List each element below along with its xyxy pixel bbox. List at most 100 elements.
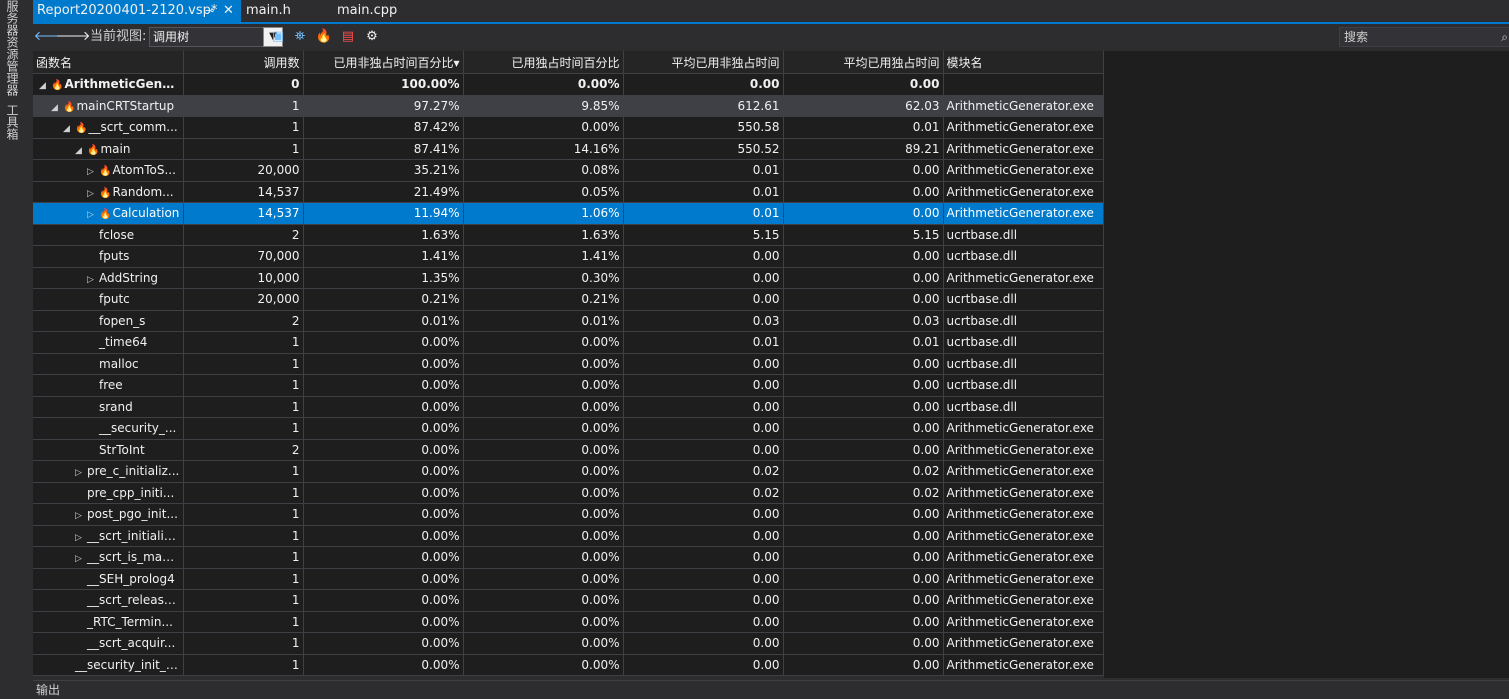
function-name-cell[interactable]: ▷ 🔥AtomToS... xyxy=(33,159,184,182)
function-name-cell[interactable]: StrToInt xyxy=(33,439,184,461)
function-name-cell[interactable]: ▷ AddString xyxy=(33,267,184,289)
tab-main-cpp[interactable]: main.cpp xyxy=(337,0,397,22)
calls-cell: 1 xyxy=(183,546,304,569)
expand-icon[interactable]: ▷ xyxy=(75,511,87,521)
function-name: __scrt_is_man... xyxy=(87,550,182,565)
table-row[interactable]: ▷ __scrt_initializ... 1 0.00% 0.00% 0.00 0.00 A… xyxy=(33,525,1104,547)
table-row[interactable]: free 1 0.00% 0.00% 0.00 0.00 ucrtbase.dll xyxy=(33,374,1104,397)
function-name-cell[interactable]: ◢ 🔥mainCRTStartup xyxy=(33,95,184,117)
table-row[interactable]: ◢ 🔥ArithmeticGener... 0 100.00% 0.00% 0.00 0.0… xyxy=(33,73,1104,96)
table-row[interactable]: pre_cpp_initi... 1 0.00% 0.00% 0.02 0.02 Arith… xyxy=(33,482,1104,504)
gear-icon[interactable]: ⚙ xyxy=(364,28,380,44)
table-row[interactable]: fopen_s 2 0.01% 0.01% 0.03 0.03 ucrtbase.dll xyxy=(33,310,1104,332)
expand-icon[interactable]: ▷ xyxy=(75,554,87,564)
tab-main-h[interactable]: main.h xyxy=(246,0,291,22)
tab-report[interactable]: Report20200401-2120.vsp* ⊸ ✕ xyxy=(33,0,241,22)
table-row[interactable]: __security_... 1 0.00% 0.00% 0.00 0.00 Arithme… xyxy=(33,417,1104,440)
function-name-cell[interactable]: ▷ 🔥Random... xyxy=(33,181,184,203)
function-name-cell[interactable]: ▷ __scrt_initializ... xyxy=(33,525,184,547)
close-icon[interactable]: ✕ xyxy=(223,0,234,22)
function-name-cell[interactable]: malloc xyxy=(33,353,184,375)
current-view-select[interactable]: 调用树 ▼ xyxy=(149,27,283,47)
function-name-cell[interactable]: srand xyxy=(33,396,184,418)
search-icon[interactable]: ⌕ xyxy=(1501,28,1508,46)
function-name-cell[interactable]: ◢ 🔥__scrt_comm... xyxy=(33,116,184,139)
expand-icon[interactable]: ▷ xyxy=(75,533,87,543)
function-name-cell[interactable]: _time64 xyxy=(33,331,184,354)
hot-path-icon[interactable]: 🔥 xyxy=(316,28,332,44)
function-name-cell[interactable]: fclose xyxy=(33,224,184,246)
collapse-icon[interactable]: ◢ xyxy=(39,81,51,91)
collapse-icon[interactable]: ◢ xyxy=(51,103,63,113)
table-row[interactable]: StrToInt 2 0.00% 0.00% 0.00 0.00 ArithmeticGen… xyxy=(33,439,1104,461)
function-name-cell[interactable]: __SEH_prolog4 xyxy=(33,568,184,590)
table-row[interactable]: malloc 1 0.00% 0.00% 0.00 0.00 ucrtbase.dll xyxy=(33,353,1104,375)
function-name-cell[interactable]: pre_cpp_initi... xyxy=(33,482,184,504)
col-module-name[interactable]: 模块名 xyxy=(943,51,1104,74)
table-row[interactable]: ▷ 🔥Calculation 14,537 11.94% 1.06% 0.01 0.00 Ar… xyxy=(33,202,1104,225)
col-avg-exclusive[interactable]: 平均已用独占时间 xyxy=(783,51,944,74)
function-name-cell[interactable]: __security_... xyxy=(33,417,184,440)
table-row[interactable]: _time64 1 0.00% 0.00% 0.01 0.01 ucrtbase.dll xyxy=(33,331,1104,354)
output-panel-tab[interactable]: 输出 xyxy=(33,680,1509,699)
expand-icon[interactable]: ▷ xyxy=(87,275,99,285)
table-row[interactable]: ◢ 🔥main 1 87.41% 14.16% 550.52 89.21 Arithmetic… xyxy=(33,138,1104,160)
forward-arrow-icon[interactable]: 🡒 xyxy=(56,28,91,44)
function-name-cell[interactable]: ▷ __scrt_is_man... xyxy=(33,546,184,569)
function-name-cell[interactable]: ▷ post_pgo_init... xyxy=(33,503,184,526)
col-calls[interactable]: 调用数 xyxy=(183,51,304,74)
flame-graph-icon[interactable]: ▤ xyxy=(340,28,356,44)
function-name-cell[interactable]: ◢ 🔥main xyxy=(33,138,184,160)
function-name-cell[interactable]: fputc xyxy=(33,288,184,311)
table-row[interactable]: __scrt_release... 1 0.00% 0.00% 0.00 0.00 Arit… xyxy=(33,589,1104,612)
expand-icon[interactable]: ▷ xyxy=(87,167,99,177)
col-avg-inclusive[interactable]: 平均已用非独占时间 xyxy=(623,51,784,74)
avg-incl-cell: 0.00 xyxy=(623,353,784,375)
col-exclusive-percent[interactable]: 已用独占时间百分比 xyxy=(463,51,624,74)
table-row[interactable]: ▷ AddString 10,000 1.35% 0.30% 0.00 0.00 Arithm… xyxy=(33,267,1104,289)
pin-icon[interactable]: ⊸ xyxy=(205,0,214,22)
search-input[interactable]: 搜索 ⌕ xyxy=(1339,27,1509,47)
function-name-cell[interactable]: __security_init_c... xyxy=(33,654,184,676)
table-row[interactable]: ◢ 🔥mainCRTStartup 1 97.27% 9.85% 612.61 62.03 A… xyxy=(33,95,1104,117)
incl-cell: 0.00% xyxy=(303,611,464,633)
table-row[interactable]: _RTC_Termin... 1 0.00% 0.00% 0.00 0.00 Arithme… xyxy=(33,611,1104,633)
function-name-cell[interactable]: __scrt_acquir... xyxy=(33,632,184,655)
function-name-cell[interactable]: ◢ 🔥ArithmeticGener... xyxy=(33,73,184,96)
collapse-icon[interactable]: ◢ xyxy=(63,124,75,134)
expand-icon[interactable]: ▷ xyxy=(87,189,99,199)
col-function-name[interactable]: 函数名 xyxy=(33,51,184,74)
table-row[interactable]: __security_init_c... 1 0.00% 0.00% 0.00 0.00 A… xyxy=(33,654,1104,676)
table-row[interactable]: srand 1 0.00% 0.00% 0.00 0.00 ucrtbase.dll xyxy=(33,396,1104,418)
function-name-cell[interactable]: fopen_s xyxy=(33,310,184,332)
side-tab-toolbox[interactable]: 工具箱 xyxy=(3,104,21,140)
calls-cell: 1 xyxy=(183,611,304,633)
function-name-cell[interactable]: fputs xyxy=(33,245,184,268)
function-name-cell[interactable]: ▷ pre_c_initializ... xyxy=(33,460,184,483)
function-name-cell[interactable]: __scrt_release... xyxy=(33,589,184,612)
table-row[interactable]: ▷ pre_c_initializ... 1 0.00% 0.00% 0.02 0.02 Ar… xyxy=(33,460,1104,483)
table-row[interactable]: ◢ 🔥__scrt_comm... 1 87.42% 0.00% 550.58 0.01 Ar… xyxy=(33,116,1104,139)
table-row[interactable]: __SEH_prolog4 1 0.00% 0.00% 0.00 0.00 Arithmet… xyxy=(33,568,1104,590)
collapse-icon[interactable]: ◢ xyxy=(75,146,87,156)
function-name-cell[interactable]: free xyxy=(33,374,184,397)
expand-icon[interactable]: ▷ xyxy=(87,210,99,220)
table-row[interactable]: fputc 20,000 0.21% 0.21% 0.00 0.00 ucrtbase.dl… xyxy=(33,288,1104,311)
incl-cell: 0.00% xyxy=(303,460,464,483)
incl-cell: 0.00% xyxy=(303,632,464,655)
filter-icon[interactable]: ⛯ xyxy=(292,28,308,44)
function-name-cell[interactable]: _RTC_Termin... xyxy=(33,611,184,633)
function-name-cell[interactable]: ▷ 🔥Calculation xyxy=(33,202,184,225)
save-icon[interactable]: ▣ xyxy=(270,28,286,44)
expand-icon[interactable]: ▷ xyxy=(75,468,87,478)
col-inclusive-percent[interactable]: 已用非独占时间百分比▾ xyxy=(303,51,464,74)
table-row[interactable]: __scrt_acquir... 1 0.00% 0.00% 0.00 0.00 Arith… xyxy=(33,632,1104,655)
table-row[interactable]: ▷ 🔥AtomToS... 20,000 35.21% 0.08% 0.01 0.00 Ari… xyxy=(33,159,1104,182)
table-row[interactable]: fclose 2 1.63% 1.63% 5.15 5.15 ucrtbase.dll xyxy=(33,224,1104,246)
avg-incl-cell: 612.61 xyxy=(623,95,784,117)
side-tab-server-explorer[interactable]: 服务器资源管理器 xyxy=(3,0,21,96)
table-row[interactable]: ▷ __scrt_is_man... 1 0.00% 0.00% 0.00 0.00 Arit… xyxy=(33,546,1104,569)
table-row[interactable]: fputs 70,000 1.41% 1.41% 0.00 0.00 ucrtbase.dl… xyxy=(33,245,1104,268)
table-row[interactable]: ▷ 🔥Random... 14,537 21.49% 0.05% 0.01 0.00 Arit… xyxy=(33,181,1104,203)
table-row[interactable]: ▷ post_pgo_init... 1 0.00% 0.00% 0.00 0.00 Arit… xyxy=(33,503,1104,526)
